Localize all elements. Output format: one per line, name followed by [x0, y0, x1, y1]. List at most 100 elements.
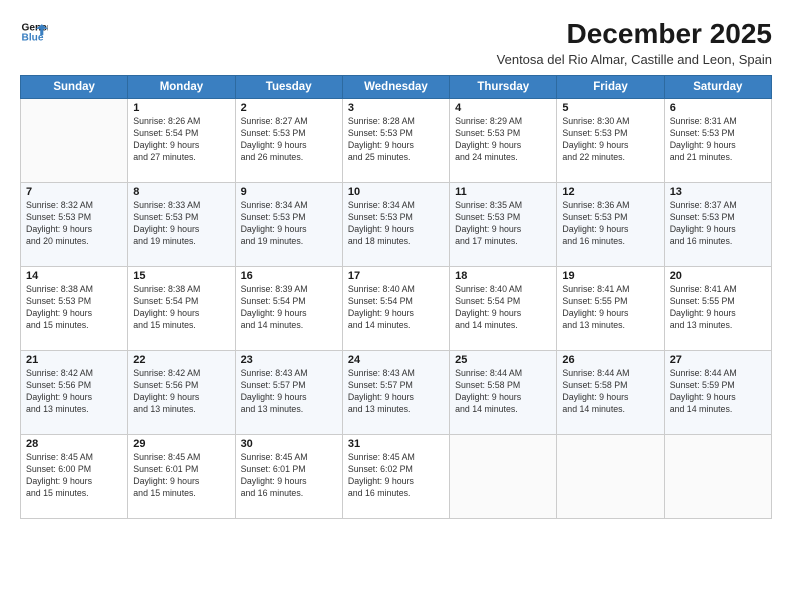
day-info: Sunrise: 8:37 AM Sunset: 5:53 PM Dayligh… — [670, 200, 766, 248]
day-info: Sunrise: 8:29 AM Sunset: 5:53 PM Dayligh… — [455, 116, 551, 164]
weekday-header: Thursday — [450, 76, 557, 99]
day-number: 22 — [133, 354, 229, 366]
day-info: Sunrise: 8:38 AM Sunset: 5:53 PM Dayligh… — [26, 284, 122, 332]
day-info: Sunrise: 8:31 AM Sunset: 5:53 PM Dayligh… — [670, 116, 766, 164]
calendar-cell: 16 Sunrise: 8:39 AM Sunset: 5:54 PM Dayli… — [235, 267, 342, 351]
calendar-cell: 3 Sunrise: 8:28 AM Sunset: 5:53 PM Daylig… — [342, 99, 449, 183]
day-number: 24 — [348, 354, 444, 366]
calendar-cell: 10 Sunrise: 8:34 AM Sunset: 5:53 PM Dayli… — [342, 183, 449, 267]
calendar-cell: 8Sunrise: 8:33 AM Sunset: 5:53 PM Daylig… — [128, 183, 235, 267]
calendar-week-row: 7Sunrise: 8:32 AM Sunset: 5:53 PM Daylig… — [21, 183, 772, 267]
day-number: 14 — [26, 270, 122, 282]
header: General Blue December 2025 Ventosa del R… — [20, 18, 772, 67]
day-number: 2 — [241, 102, 337, 114]
calendar-week-row: 1 Sunrise: 8:26 AM Sunset: 5:54 PM Daylig… — [21, 99, 772, 183]
day-info: Sunrise: 8:33 AM Sunset: 5:53 PM Dayligh… — [133, 200, 229, 248]
day-number: 23 — [241, 354, 337, 366]
page: General Blue December 2025 Ventosa del R… — [0, 0, 792, 612]
calendar-cell: 29 Sunrise: 8:45 AM Sunset: 6:01 PM Dayli… — [128, 435, 235, 519]
calendar-cell: 11Sunrise: 8:35 AM Sunset: 5:53 PM Dayli… — [450, 183, 557, 267]
day-info: Sunrise: 8:40 AM Sunset: 5:54 PM Dayligh… — [348, 284, 444, 332]
calendar-cell: 22 Sunrise: 8:42 AM Sunset: 5:56 PM Dayli… — [128, 351, 235, 435]
day-number: 19 — [562, 270, 658, 282]
day-info: Sunrise: 8:34 AM Sunset: 5:53 PM Dayligh… — [348, 200, 444, 248]
day-info: Sunrise: 8:40 AM Sunset: 5:54 PM Dayligh… — [455, 284, 551, 332]
calendar-cell: 28 Sunrise: 8:45 AM Sunset: 6:00 PM Dayli… — [21, 435, 128, 519]
calendar-cell: 19 Sunrise: 8:41 AM Sunset: 5:55 PM Dayli… — [557, 267, 664, 351]
day-number: 16 — [241, 270, 337, 282]
day-number: 21 — [26, 354, 122, 366]
day-info: Sunrise: 8:41 AM Sunset: 5:55 PM Dayligh… — [670, 284, 766, 332]
calendar-week-row: 14 Sunrise: 8:38 AM Sunset: 5:53 PM Dayli… — [21, 267, 772, 351]
day-info: Sunrise: 8:35 AM Sunset: 5:53 PM Dayligh… — [455, 200, 551, 248]
main-title: December 2025 — [497, 18, 772, 50]
day-info: Sunrise: 8:45 AM Sunset: 6:01 PM Dayligh… — [133, 452, 229, 500]
title-block: December 2025 Ventosa del Rio Almar, Cas… — [497, 18, 772, 67]
day-number: 12 — [562, 186, 658, 198]
day-number: 17 — [348, 270, 444, 282]
calendar-week-row: 21 Sunrise: 8:42 AM Sunset: 5:56 PM Dayli… — [21, 351, 772, 435]
weekday-header: Sunday — [21, 76, 128, 99]
calendar-cell: 4Sunrise: 8:29 AM Sunset: 5:53 PM Daylig… — [450, 99, 557, 183]
day-info: Sunrise: 8:45 AM Sunset: 6:02 PM Dayligh… — [348, 452, 444, 500]
day-number: 28 — [26, 438, 122, 450]
calendar-cell: 15 Sunrise: 8:38 AM Sunset: 5:54 PM Dayli… — [128, 267, 235, 351]
calendar-cell: 18 Sunrise: 8:40 AM Sunset: 5:54 PM Dayli… — [450, 267, 557, 351]
day-number: 13 — [670, 186, 766, 198]
day-info: Sunrise: 8:42 AM Sunset: 5:56 PM Dayligh… — [26, 368, 122, 416]
day-number: 20 — [670, 270, 766, 282]
day-number: 3 — [348, 102, 444, 114]
day-info: Sunrise: 8:26 AM Sunset: 5:54 PM Dayligh… — [133, 116, 229, 164]
calendar-week-row: 28 Sunrise: 8:45 AM Sunset: 6:00 PM Dayli… — [21, 435, 772, 519]
calendar-cell: 14 Sunrise: 8:38 AM Sunset: 5:53 PM Dayli… — [21, 267, 128, 351]
calendar-cell: 1 Sunrise: 8:26 AM Sunset: 5:54 PM Daylig… — [128, 99, 235, 183]
calendar-cell: 13 Sunrise: 8:37 AM Sunset: 5:53 PM Dayli… — [664, 183, 771, 267]
day-number: 26 — [562, 354, 658, 366]
calendar-cell: 5 Sunrise: 8:30 AM Sunset: 5:53 PM Daylig… — [557, 99, 664, 183]
weekday-header: Monday — [128, 76, 235, 99]
day-info: Sunrise: 8:41 AM Sunset: 5:55 PM Dayligh… — [562, 284, 658, 332]
subtitle: Ventosa del Rio Almar, Castille and Leon… — [497, 52, 772, 67]
day-number: 10 — [348, 186, 444, 198]
calendar-cell: 21 Sunrise: 8:42 AM Sunset: 5:56 PM Dayli… — [21, 351, 128, 435]
day-info: Sunrise: 8:30 AM Sunset: 5:53 PM Dayligh… — [562, 116, 658, 164]
day-number: 5 — [562, 102, 658, 114]
calendar-cell — [450, 435, 557, 519]
day-info: Sunrise: 8:44 AM Sunset: 5:58 PM Dayligh… — [455, 368, 551, 416]
day-number: 18 — [455, 270, 551, 282]
day-info: Sunrise: 8:44 AM Sunset: 5:58 PM Dayligh… — [562, 368, 658, 416]
day-info: Sunrise: 8:28 AM Sunset: 5:53 PM Dayligh… — [348, 116, 444, 164]
day-info: Sunrise: 8:39 AM Sunset: 5:54 PM Dayligh… — [241, 284, 337, 332]
calendar-cell — [21, 99, 128, 183]
calendar-cell: 25 Sunrise: 8:44 AM Sunset: 5:58 PM Dayli… — [450, 351, 557, 435]
day-info: Sunrise: 8:42 AM Sunset: 5:56 PM Dayligh… — [133, 368, 229, 416]
calendar-cell: 7Sunrise: 8:32 AM Sunset: 5:53 PM Daylig… — [21, 183, 128, 267]
day-info: Sunrise: 8:34 AM Sunset: 5:53 PM Dayligh… — [241, 200, 337, 248]
calendar-cell: 9 Sunrise: 8:34 AM Sunset: 5:53 PM Daylig… — [235, 183, 342, 267]
calendar-cell: 26 Sunrise: 8:44 AM Sunset: 5:58 PM Dayli… — [557, 351, 664, 435]
day-info: Sunrise: 8:36 AM Sunset: 5:53 PM Dayligh… — [562, 200, 658, 248]
calendar-cell: 31Sunrise: 8:45 AM Sunset: 6:02 PM Dayli… — [342, 435, 449, 519]
day-info: Sunrise: 8:45 AM Sunset: 6:01 PM Dayligh… — [241, 452, 337, 500]
day-info: Sunrise: 8:43 AM Sunset: 5:57 PM Dayligh… — [348, 368, 444, 416]
day-number: 15 — [133, 270, 229, 282]
calendar-cell: 12 Sunrise: 8:36 AM Sunset: 5:53 PM Dayli… — [557, 183, 664, 267]
day-number: 29 — [133, 438, 229, 450]
calendar-cell: 23Sunrise: 8:43 AM Sunset: 5:57 PM Dayli… — [235, 351, 342, 435]
day-info: Sunrise: 8:38 AM Sunset: 5:54 PM Dayligh… — [133, 284, 229, 332]
weekday-header: Tuesday — [235, 76, 342, 99]
day-number: 1 — [133, 102, 229, 114]
day-number: 30 — [241, 438, 337, 450]
calendar-cell: 17 Sunrise: 8:40 AM Sunset: 5:54 PM Dayli… — [342, 267, 449, 351]
weekday-header: Wednesday — [342, 76, 449, 99]
calendar-cell: 24 Sunrise: 8:43 AM Sunset: 5:57 PM Dayli… — [342, 351, 449, 435]
weekday-header: Saturday — [664, 76, 771, 99]
day-number: 9 — [241, 186, 337, 198]
day-number: 25 — [455, 354, 551, 366]
weekday-header: Friday — [557, 76, 664, 99]
calendar-cell — [664, 435, 771, 519]
day-number: 6 — [670, 102, 766, 114]
weekday-header-row: SundayMondayTuesdayWednesdayThursdayFrid… — [21, 76, 772, 99]
calendar-cell: 20 Sunrise: 8:41 AM Sunset: 5:55 PM Dayli… — [664, 267, 771, 351]
day-info: Sunrise: 8:45 AM Sunset: 6:00 PM Dayligh… — [26, 452, 122, 500]
